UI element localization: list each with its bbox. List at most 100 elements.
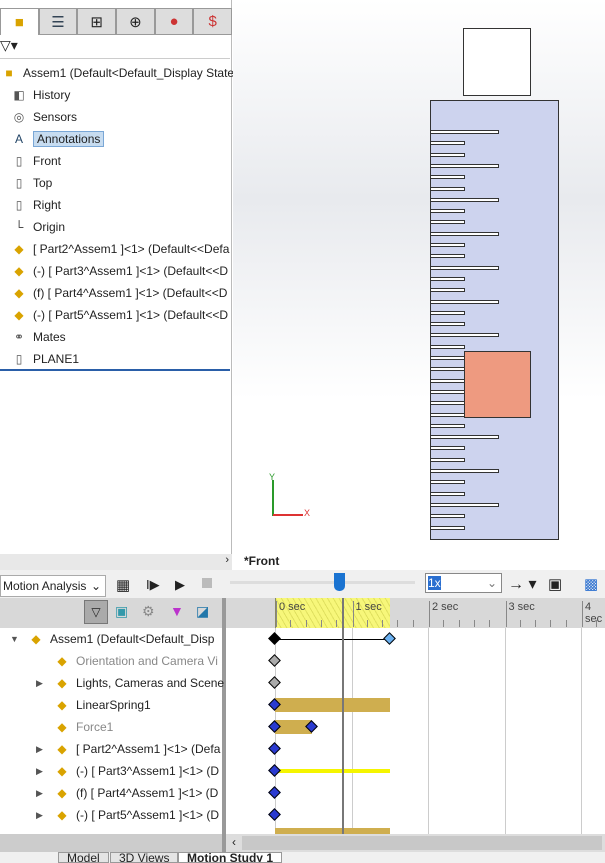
keypoint[interactable]: [268, 764, 281, 777]
display-manager-tab[interactable]: ●: [154, 8, 194, 35]
dimxpert-tab[interactable]: ⊕: [116, 8, 155, 35]
part-icon: ◆: [14, 242, 24, 256]
keypoint[interactable]: [268, 632, 281, 645]
stop-icon[interactable]: [202, 578, 212, 588]
tree-item[interactable]: A Annotations: [10, 128, 105, 150]
tree-item[interactable]: ▯ Right: [10, 194, 61, 216]
cam-icon: $: [208, 13, 217, 30]
feature-manager-panel: ■ ☰ ⊞ ⊕ ● $ ▽▾ ■ Assem1 (Default<Default_…: [0, 0, 245, 570]
motion-tree-row[interactable]: ▼ ◆ Assem1 (Default<Default_Disp: [10, 628, 214, 650]
motion-tree-row[interactable]: ◆ Force1: [36, 716, 113, 738]
tree-scrollbar[interactable]: [0, 834, 222, 852]
keypoint[interactable]: [268, 676, 281, 689]
motion-tree-row[interactable]: ◆ Orientation and Camera Vi: [36, 650, 217, 672]
keypoint[interactable]: [268, 786, 281, 799]
study-type-select[interactable]: Motion Analysis ⌄: [0, 575, 106, 597]
time-gridline[interactable]: [504, 628, 506, 834]
tree-item[interactable]: ◧ History: [10, 84, 70, 106]
expand-icon[interactable]: ▶: [36, 788, 48, 799]
feature-manager-tab[interactable]: ■: [0, 8, 39, 35]
animation-wizard-icon[interactable]: ▩: [584, 575, 598, 593]
part3-bar[interactable]: [275, 769, 390, 773]
keypoint[interactable]: [268, 742, 281, 755]
expand-icon[interactable]: ▶: [36, 678, 48, 689]
tree-item[interactable]: ◆[ Part2^Assem1 ]<1> (Default<<Defa: [10, 238, 229, 260]
rollback-bar[interactable]: [0, 369, 230, 371]
ruler-tick: [431, 435, 499, 440]
tree-item[interactable]: ▯ Top: [10, 172, 53, 194]
spring-bar[interactable]: [275, 698, 390, 712]
tree-item[interactable]: ⚭ Mates: [10, 326, 66, 348]
motion-tree-row[interactable]: ▶ ◆ Lights, Cameras and Scene: [36, 672, 224, 694]
motion-tree-row[interactable]: ▶ ◆ (-) [ Part5^Assem1 ]<1> (D: [36, 804, 219, 826]
tree-item[interactable]: ◎ Sensors: [10, 106, 77, 128]
part-icon: ◆: [14, 286, 24, 300]
time-gridline[interactable]: [351, 628, 353, 834]
keypoint[interactable]: [268, 808, 281, 821]
motion-tree-row[interactable]: ▶ ◆ (f) [ Part4^Assem1 ]<1> (D: [36, 782, 218, 804]
timeline-area[interactable]: [226, 628, 605, 834]
motion-tree-row[interactable]: ▶ ◆ (-) [ Part3^Assem1 ]<1> (D: [36, 760, 219, 782]
configuration-manager-tab[interactable]: ⊞: [77, 8, 117, 35]
tree-item[interactable]: └ Origin: [10, 216, 65, 238]
playback-mode-icon[interactable]: → ▾: [508, 574, 536, 594]
filter-driving-icon[interactable]: ▣: [115, 603, 128, 620]
tree-item[interactable]: ◆ (-) [ Part3^Assem1 ]<1> (Default<<D: [10, 260, 228, 282]
play-icon[interactable]: ▶: [175, 577, 185, 593]
time-gridline[interactable]: [581, 628, 582, 834]
keypoint[interactable]: [382, 632, 396, 645]
row-icon: ◆: [57, 786, 67, 800]
playback-slider-thumb[interactable]: [334, 573, 345, 591]
key-line[interactable]: [275, 639, 390, 640]
bottom-tab[interactable]: Model: [58, 852, 109, 863]
keypoint[interactable]: [268, 654, 281, 667]
results-plot-icon[interactable]: ◪: [196, 603, 209, 620]
ruler-tick: [431, 446, 465, 451]
time-bar[interactable]: [342, 628, 345, 834]
tree-item[interactable]: ◆ (-) [ Part5^Assem1 ]<1> (Default<<D: [10, 304, 228, 326]
bottom-tab[interactable]: Motion Study 1: [178, 852, 282, 863]
ruler-tick: [431, 389, 465, 394]
part-icon: ◆: [14, 308, 24, 322]
triad: Y X: [268, 472, 318, 522]
playback-slider[interactable]: [230, 581, 415, 584]
tree-root[interactable]: ■ Assem1 (Default<Default_Display State-1: [0, 62, 244, 84]
collapse-icon[interactable]: ▼: [10, 634, 22, 644]
filter-icon[interactable]: ▽▾: [0, 37, 18, 54]
horizontal-scrollbar[interactable]: ›: [0, 554, 232, 570]
slider-block: [464, 351, 531, 418]
motion-tree-row[interactable]: ▶ ◆[ Part2^Assem1 ]<1> (Defa: [36, 738, 220, 760]
sensors-icon: ◎: [13, 110, 25, 124]
filter-animated-icon[interactable]: ▽: [84, 600, 108, 624]
ruler-tick: [431, 141, 465, 146]
filter-custom-icon[interactable]: ▼: [170, 603, 184, 619]
ruler-tick: [431, 525, 465, 530]
color-wheel-icon: ●: [169, 13, 179, 30]
tree-item[interactable]: ◆ (f) [ Part4^Assem1 ]<1> (Default<<D: [10, 282, 227, 304]
time-gridline[interactable]: [428, 628, 429, 834]
timeline-ruler[interactable]: 0 sec 1 sec 2 sec 3 sec 4 sec: [226, 598, 605, 628]
bottom-tab[interactable]: 3D Views: [110, 852, 179, 863]
timeline-scrollbar[interactable]: ‹: [226, 834, 605, 852]
ruler-tick: [431, 322, 465, 327]
property-manager-tab[interactable]: ☰: [38, 8, 78, 35]
ruler-tick: [431, 220, 465, 225]
ruler-tick: [431, 378, 465, 383]
filter-selected-icon[interactable]: ⚙: [142, 603, 155, 620]
cam-tab[interactable]: $: [193, 8, 233, 35]
ruler-tick: [431, 356, 465, 360]
ruler-tick: [431, 423, 465, 428]
expand-icon[interactable]: ▶: [36, 810, 48, 821]
motion-tree-row[interactable]: ◆ LinearSpring1: [36, 694, 150, 716]
tree-item[interactable]: ▯ PLANE1: [10, 348, 79, 370]
save-animation-icon[interactable]: ▣: [548, 575, 562, 593]
expand-icon[interactable]: ▶: [36, 766, 48, 777]
expand-icon[interactable]: ▶: [36, 744, 48, 755]
row-icon: ◆: [57, 742, 67, 756]
tree-item[interactable]: ▯ Front: [10, 150, 61, 172]
panel-tabs: ■ ☰ ⊞ ⊕ ● $: [0, 8, 233, 35]
annotations-icon: A: [14, 132, 23, 146]
calculate-icon[interactable]: ▦: [116, 576, 130, 594]
playback-speed-select[interactable]: 1x ⌄: [425, 573, 502, 593]
play-from-start-icon[interactable]: I▶: [146, 577, 160, 593]
